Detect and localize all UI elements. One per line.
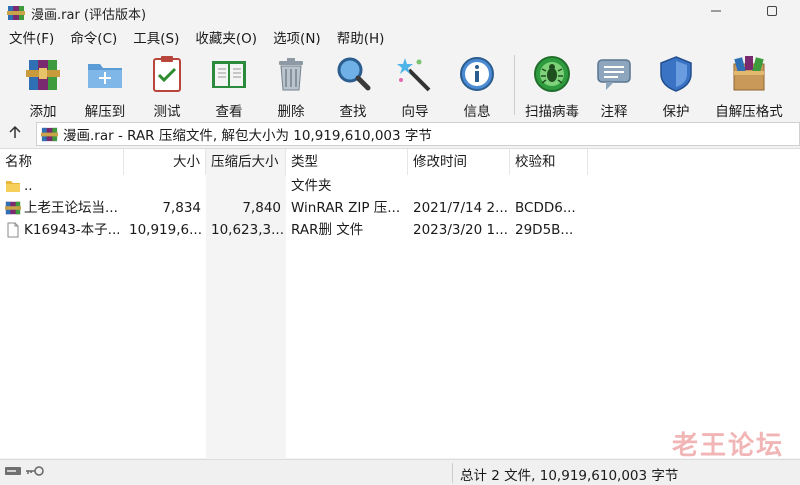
row-size: 10,919,6... (129, 222, 202, 238)
row-modified: 2021/7/14 2... (413, 200, 508, 216)
file-list: 名称 大小 压缩后大小 类型 修改时间 校验和 .. 文件夹 上老王论坛当...… (0, 148, 800, 459)
virus-scan-icon (531, 54, 573, 94)
table-row[interactable]: .. 文件夹 (0, 175, 800, 197)
comment-icon (593, 54, 635, 94)
comment-label: 注释 (600, 104, 628, 120)
table-row[interactable]: 上老王论坛当... 7,834 7,840 WinRAR ZIP 压... 20… (0, 197, 800, 219)
sfx-icon (728, 54, 770, 94)
sfx-button[interactable]: 自解压格式 (707, 51, 791, 120)
row-name: K16943-本子.... (24, 222, 119, 238)
virus-scan-button[interactable]: 扫描病毒 (521, 51, 583, 120)
view-book-icon (208, 54, 250, 94)
column-header: 名称 大小 压缩后大小 类型 修改时间 校验和 (0, 149, 800, 175)
menu-help[interactable]: 帮助(H) (332, 28, 390, 50)
address-text: 漫画.rar - RAR 压缩文件, 解包大小为 10,919,610,003 … (63, 128, 432, 144)
toolbar-separator (514, 55, 515, 115)
row-crc (510, 175, 588, 197)
delete-button[interactable]: 删除 (260, 51, 322, 120)
row-modified: 2023/3/20 1... (413, 222, 508, 238)
protect-button[interactable]: 保护 (645, 51, 707, 120)
table-row[interactable]: K16943-本子.... 10,919,6... 10,623,3... RA… (0, 219, 800, 241)
comment-button[interactable]: 注释 (583, 51, 645, 120)
address-bar: 漫画.rar - RAR 压缩文件, 解包大小为 10,919,610,003 … (0, 122, 800, 146)
row-packed-size: 10,623,3... (211, 222, 284, 238)
winrar-archive-icon (5, 200, 21, 216)
virus-scan-label: 扫描病毒 (525, 104, 579, 120)
folder-icon (5, 178, 21, 194)
row-type: WinRAR ZIP 压... (291, 200, 401, 216)
add-label: 添加 (29, 104, 57, 120)
minimize-icon (710, 5, 722, 21)
add-button[interactable]: 添加 (12, 51, 74, 120)
menu-commands[interactable]: 命令(C) (65, 28, 122, 50)
row-size: 7,834 (162, 200, 201, 216)
find-label: 查找 (339, 104, 367, 120)
maximize-button[interactable] (744, 0, 800, 26)
magnifier-icon (332, 54, 374, 94)
row-name: .. (24, 178, 33, 194)
row-packed-size (206, 175, 286, 197)
menu-tools[interactable]: 工具(S) (128, 28, 184, 50)
extract-to-label: 解压到 (84, 104, 126, 120)
info-icon (456, 54, 498, 94)
protect-label: 保护 (662, 104, 690, 120)
row-size (124, 175, 206, 197)
extract-to-button[interactable]: 解压到 (74, 51, 136, 120)
view-label: 查看 (215, 104, 243, 120)
row-crc: 29D5B... (515, 222, 574, 238)
row-crc: BCDD6... (515, 200, 576, 216)
view-button[interactable]: 查看 (198, 51, 260, 120)
extract-folder-icon (84, 54, 126, 94)
find-button[interactable]: 查找 (322, 51, 384, 120)
info-label: 信息 (463, 104, 491, 120)
minimize-button[interactable] (688, 0, 744, 26)
key-icon[interactable] (24, 465, 44, 481)
test-button[interactable]: 测试 (136, 51, 198, 120)
maximize-icon (766, 5, 778, 21)
trash-icon (270, 54, 312, 94)
delete-label: 删除 (277, 104, 305, 120)
row-name: 上老王论坛当... (24, 200, 118, 216)
address-field[interactable]: 漫画.rar - RAR 压缩文件, 解包大小为 10,919,610,003 … (36, 122, 800, 146)
arrow-up-icon (8, 125, 22, 143)
column-modified[interactable]: 修改时间 (408, 149, 510, 175)
add-archive-icon (22, 54, 64, 94)
test-label: 测试 (153, 104, 181, 120)
status-bar: 总计 2 文件, 10,919,610,003 字节 (0, 459, 800, 485)
wizard-label: 向导 (401, 104, 429, 120)
column-crc[interactable]: 校验和 (510, 149, 588, 175)
title-bar: 漫画.rar (评估版本) (0, 0, 800, 26)
column-name[interactable]: 名称 (0, 149, 124, 175)
menu-options[interactable]: 选项(N) (268, 28, 326, 50)
info-button[interactable]: 信息 (446, 51, 508, 120)
menu-file[interactable]: 文件(F) (4, 28, 59, 50)
file-icon (5, 222, 21, 238)
row-type: 文件夹 (291, 178, 332, 194)
up-folder-button[interactable] (0, 122, 30, 146)
status-summary: 总计 2 文件, 10,919,610,003 字节 (460, 468, 679, 484)
row-packed-size: 7,840 (242, 200, 281, 216)
test-clipboard-icon (146, 54, 188, 94)
row-modified (408, 175, 510, 197)
wizard-wand-icon (394, 54, 436, 94)
menu-favorites[interactable]: 收藏夹(O) (190, 28, 262, 50)
row-type: RAR删 文件 (291, 222, 364, 238)
window-title: 漫画.rar (评估版本) (31, 7, 147, 23)
archive-icon (41, 126, 58, 147)
toolbar: 添加 解压到 测试 查看 删除 查找 向导 信息 扫描病毒 注释 保护 自解压格… (0, 51, 800, 121)
shield-icon (655, 54, 697, 94)
menu-bar: 文件(F) 命令(C) 工具(S) 收藏夹(O) 选项(N) 帮助(H) (0, 28, 800, 50)
drive-icon[interactable] (4, 465, 22, 481)
winrar-app-icon (7, 4, 25, 22)
status-separator (452, 463, 453, 483)
column-size[interactable]: 大小 (124, 149, 206, 175)
wizard-button[interactable]: 向导 (384, 51, 446, 120)
column-type[interactable]: 类型 (286, 149, 408, 175)
sfx-label: 自解压格式 (715, 104, 783, 120)
column-packed-size[interactable]: 压缩后大小 (206, 149, 286, 175)
